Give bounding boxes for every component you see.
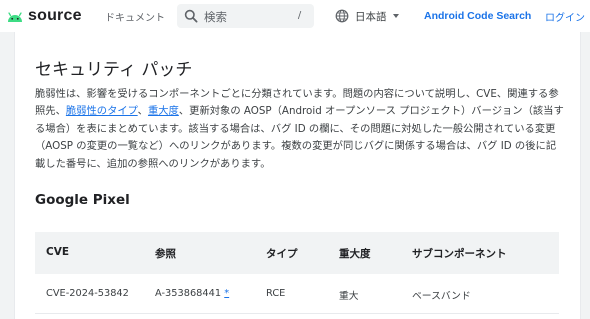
search-icon: [184, 9, 198, 23]
logo-text: source: [28, 7, 82, 24]
content-card: セキュリティ パッチ 脆弱性は、影響を受けるコンポーネントごとに分類されています…: [14, 32, 581, 319]
header-type: タイプ: [266, 248, 298, 260]
cell-severity: 重大: [339, 291, 359, 302]
reference-note-link[interactable]: *: [224, 288, 229, 299]
cell-cve: CVE-2024-53842: [46, 288, 129, 299]
cell-subcomponent: ベースバンド: [412, 291, 471, 302]
globe-icon: [335, 9, 349, 23]
top-nav-bar: source ドキュメント 検索 / 日本語 Android Code Sear…: [0, 0, 590, 32]
cell-type: RCE: [266, 288, 286, 299]
vulnerability-table: CVE 参照 タイプ 重大度 サブコンポーネント CVE-2024-53842 …: [35, 232, 559, 314]
caret-down-icon: [392, 14, 399, 18]
header-subcomponent: サブコンポーネント: [412, 248, 507, 260]
search-box[interactable]: 検索 /: [177, 4, 314, 28]
section-heading: Google Pixel: [35, 192, 130, 208]
intro-paragraph: 脆弱性は、影響を受けるコンポーネントごとに分類されています。問題の内容について説…: [35, 86, 565, 173]
nav-docs-link[interactable]: ドキュメント: [105, 9, 165, 24]
language-selector[interactable]: 日本語: [335, 6, 399, 26]
table-row: CVE-2024-53842 A-353868441 * RCE 重大 ベースバ…: [35, 274, 559, 314]
language-label: 日本語: [355, 10, 387, 23]
cell-reference: A-353868441 *: [155, 288, 229, 299]
header-reference: 参照: [155, 248, 176, 260]
table-header-row: CVE 参照 タイプ 重大度 サブコンポーネント: [35, 232, 559, 274]
severity-link[interactable]: 重大度: [148, 105, 179, 117]
reference-id: A-353868441: [155, 288, 222, 299]
vulnerability-type-link[interactable]: 脆弱性のタイプ: [66, 105, 138, 117]
page-title: セキュリティ パッチ: [35, 60, 193, 80]
search-input-placeholder[interactable]: 検索: [204, 9, 227, 25]
intro-separator: 、: [137, 105, 148, 118]
android-code-search-link[interactable]: Android Code Search: [424, 10, 531, 22]
android-logo-icon: [8, 12, 22, 22]
header-cve: CVE: [46, 246, 70, 258]
site-logo[interactable]: source: [6, 7, 82, 25]
header-severity: 重大度: [339, 248, 371, 260]
login-link[interactable]: ログイン: [545, 9, 585, 24]
search-shortcut-hint: /: [297, 10, 302, 21]
